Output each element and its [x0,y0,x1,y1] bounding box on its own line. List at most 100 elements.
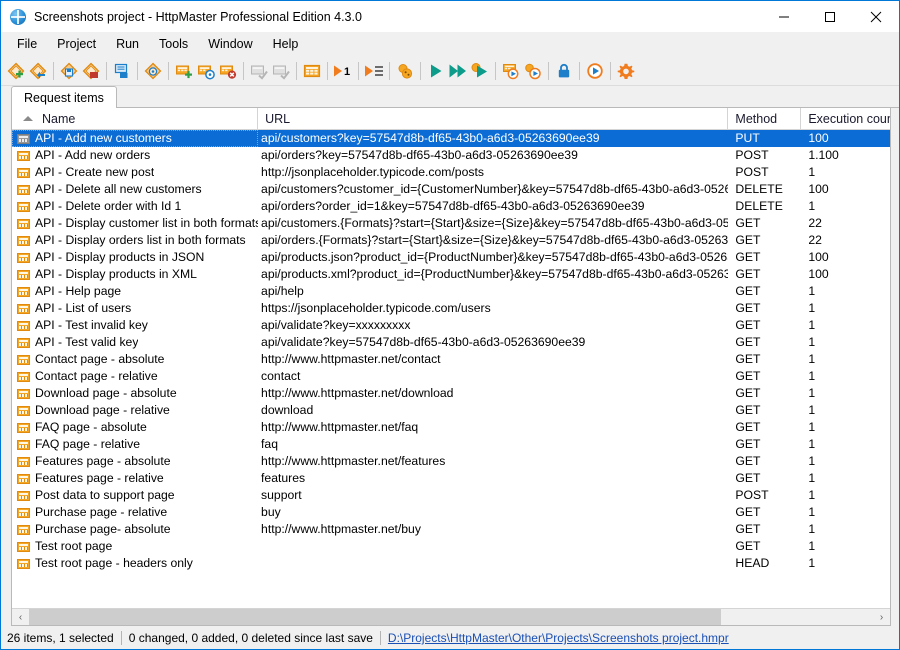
run-batch-icon[interactable] [500,59,522,83]
cell-method: GET [735,420,761,434]
minimize-button[interactable] [761,1,807,32]
table-row[interactable]: API - Display customer list in both form… [12,215,890,232]
run-all-icon[interactable] [447,59,469,83]
scroll-left-button[interactable]: ‹ [12,609,29,625]
request-item-name: Test root page [35,539,113,553]
request-item-name: API - Create new post [35,165,155,179]
table-row[interactable]: Contact page - absolute http://www.httpma… [12,351,890,368]
table-row[interactable]: Test root page GET 1 [12,538,890,555]
request-item-icon [17,422,30,433]
table-row[interactable]: API - List of users https://jsonplacehold… [12,300,890,317]
uncheck-item-icon[interactable] [270,59,292,83]
cell-name: API - Delete order with Id 1 [12,198,258,215]
table-row[interactable]: API - Add new orders api/orders?key=57547… [12,147,890,164]
request-item-icon [17,439,30,450]
table-row[interactable]: API - Create new post http://jsonplacehol… [12,164,890,181]
toolbar-separator [610,61,611,80]
cell-name: FAQ page - absolute [12,419,258,436]
tab-strip-filler [116,87,899,108]
cell-name: API - Test valid key [12,334,258,351]
column-header-name-label: Name [42,111,76,126]
column-header-exec[interactable]: Execution count [801,108,890,129]
execute-once-icon[interactable]: 1 [332,59,354,83]
dynamic-parameters-icon[interactable] [394,59,416,83]
table-row[interactable]: Purchase page - relative buy GET 1 [12,504,890,521]
table-row[interactable]: Contact page - relative contact GET 1 [12,368,890,385]
cell-method: DELETE [735,182,783,196]
project-properties-icon[interactable] [111,59,133,83]
toolbar-separator [389,61,390,80]
lock-icon[interactable] [553,59,575,83]
cell-method: GET [735,369,761,383]
column-header-method[interactable]: Method [728,108,802,129]
menu-item-tools[interactable]: Tools [149,34,198,54]
toolbar-separator [327,61,328,80]
request-item-icon [17,456,30,467]
request-items-grid-icon[interactable] [301,59,323,83]
column-header-method-label: Method [735,111,778,126]
table-row[interactable]: Features page - absolute http://www.httpm… [12,453,890,470]
scroll-right-button[interactable]: › [873,609,890,625]
edit-request-item-icon[interactable] [195,59,217,83]
close-project-icon[interactable] [80,59,102,83]
table-row[interactable]: Download page - relative download GET 1 [12,402,890,419]
menu-item-file[interactable]: File [7,34,47,54]
scrollbar-track[interactable] [29,609,873,625]
request-item-name: API - List of users [35,301,132,315]
run-chain-icon[interactable] [522,59,544,83]
project-settings-icon[interactable] [142,59,164,83]
table-row[interactable]: FAQ page - relative faq GET 1 [12,436,890,453]
table-row[interactable]: Features page - relative features GET 1 [12,470,890,487]
menu-item-window[interactable]: Window [198,34,262,54]
save-project-icon[interactable] [58,59,80,83]
open-project-icon[interactable] [27,59,49,83]
close-button[interactable] [853,1,899,32]
request-item-name: API - Display products in JSON [35,250,205,264]
column-header-exec-label: Execution count [808,111,890,126]
run-icon[interactable] [425,59,447,83]
toolbar-separator [296,61,297,80]
new-project-icon[interactable] [5,59,27,83]
column-header-name[interactable]: Name [12,108,259,129]
table-row[interactable]: API - Display products in XML api/product… [12,266,890,283]
status-project-path-link[interactable]: D:\Projects\HttpMaster\Other\Projects\Sc… [388,631,729,645]
check-item-icon[interactable] [248,59,270,83]
toolbar: 1 [1,56,899,86]
table-row[interactable]: API - Display products in JSON api/produc… [12,249,890,266]
table-row[interactable]: API - Test invalid key api/validate?key=x… [12,317,890,334]
cell-url: api/customers?customer_id={CustomerNumbe… [261,182,728,196]
table-row[interactable]: Post data to support page support POST 1 [12,487,890,504]
status-bar: 26 items, 1 selected 0 changed, 0 added,… [1,627,899,649]
toolbar-separator [168,61,169,80]
execute-list-icon[interactable] [363,59,385,83]
cell-execution-count: 1 [808,369,816,383]
table-row[interactable]: API - Add new customers api/customers?key… [12,130,890,147]
monitor-icon[interactable] [584,59,606,83]
table-row[interactable]: API - Test valid key api/validate?key=575… [12,334,890,351]
add-request-item-icon[interactable] [173,59,195,83]
toolbar-separator [420,61,421,80]
maximize-button[interactable] [807,1,853,32]
table-row[interactable]: Download page - absolute http://www.httpm… [12,385,890,402]
table-row[interactable]: FAQ page - absolute http://www.httpmaster… [12,419,890,436]
horizontal-scrollbar[interactable]: ‹ › [12,608,890,625]
table-row[interactable]: API - Help page api/help GET 1 [12,283,890,300]
table-row[interactable]: API - Delete order with Id 1 api/orders?o… [12,198,890,215]
cell-method: POST [735,165,769,179]
run-selected-icon[interactable] [469,59,491,83]
cell-url: faq [261,437,278,451]
menu-item-help[interactable]: Help [263,34,309,54]
cell-execution-count: 1 [808,471,816,485]
column-header-url[interactable]: URL [258,108,729,129]
delete-request-item-icon[interactable] [217,59,239,83]
table-row[interactable]: API - Delete all new customers api/custom… [12,181,890,198]
table-row[interactable]: API - Display orders list in both format… [12,232,890,249]
tab-request-items[interactable]: Request items [11,86,117,108]
menu-item-run[interactable]: Run [106,34,149,54]
menu-item-project[interactable]: Project [47,34,106,54]
options-gear-icon[interactable] [615,59,637,83]
table-row[interactable]: Purchase page- absolute http://www.httpma… [12,521,890,538]
table-row[interactable]: Test root page - headers only HEAD 1 [12,555,890,572]
cell-url: support [261,488,302,502]
scrollbar-thumb[interactable] [29,609,722,625]
